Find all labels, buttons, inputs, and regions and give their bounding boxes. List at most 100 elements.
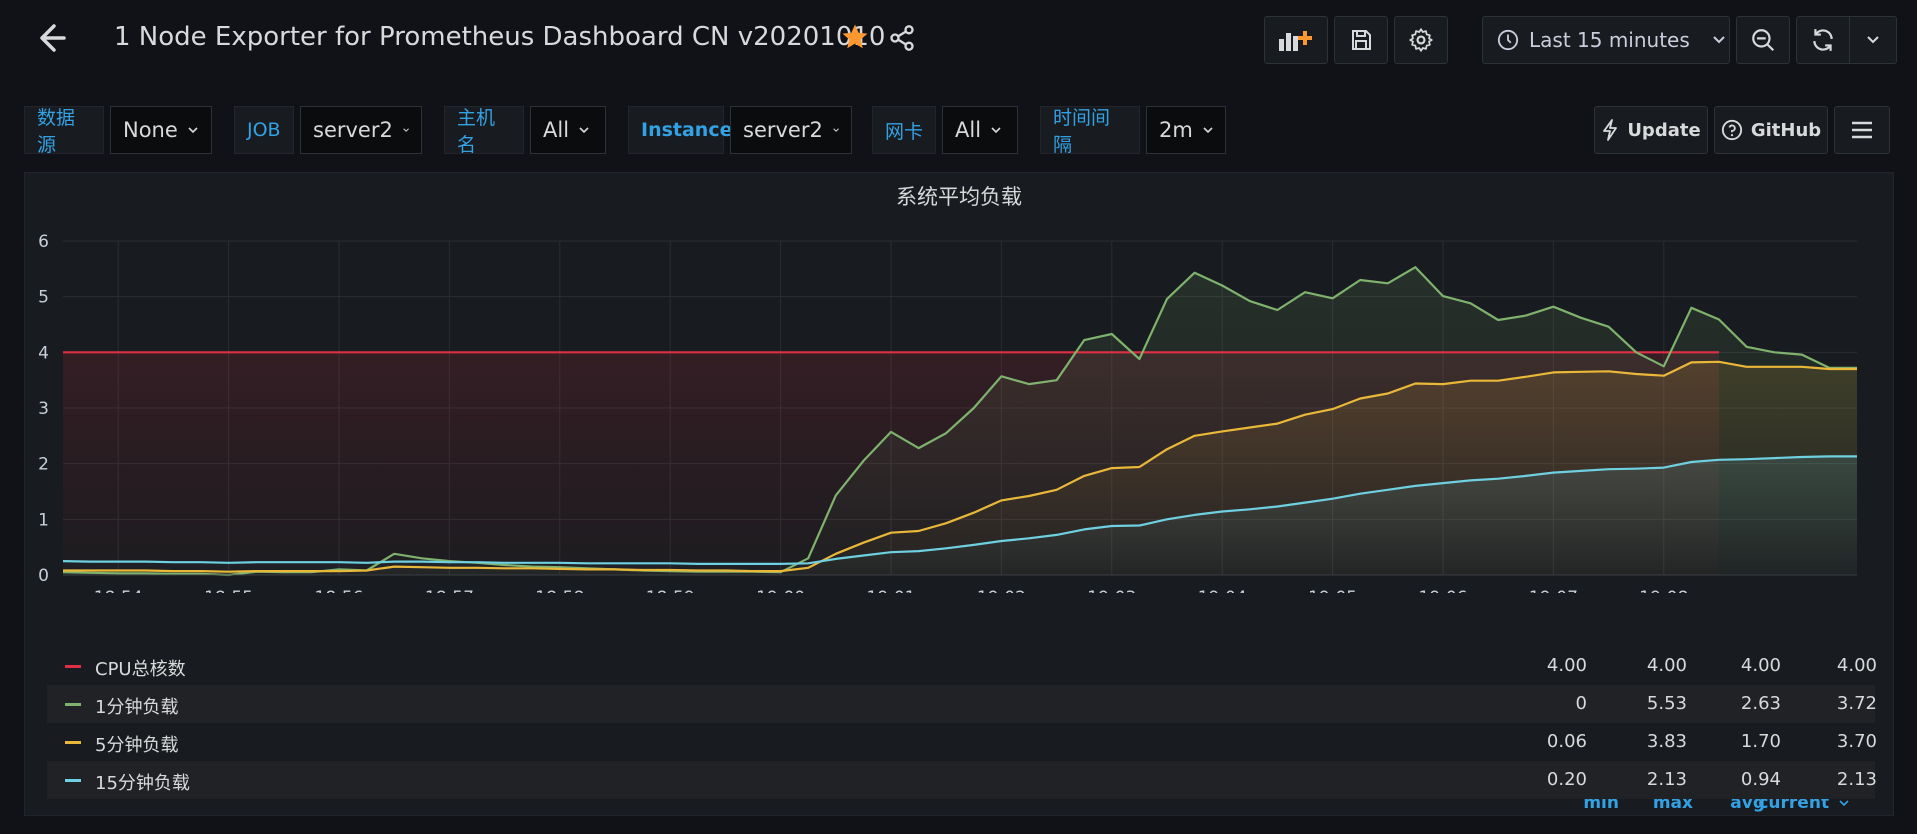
var-label-instance: Instance (628, 106, 732, 154)
legend-series-name: 15分钟负载 (95, 773, 190, 794)
refresh-icon (1813, 29, 1833, 51)
menu-button[interactable] (1834, 106, 1890, 154)
refresh-button[interactable] (1796, 16, 1850, 64)
add-panel-button[interactable] (1264, 16, 1328, 64)
arrow-left-icon (40, 24, 66, 52)
var-label-hostname: 主机名 (444, 106, 524, 156)
x-tick-label: 19:03 (1087, 588, 1136, 593)
star-icon (842, 24, 868, 49)
var-label-interval: 时间间隔 (1040, 106, 1140, 156)
legend-swatch (65, 779, 81, 782)
legend-avg: 4.00 (1740, 655, 1781, 676)
chevron-down-icon (1839, 800, 1849, 807)
save-icon (1352, 30, 1371, 50)
legend-current: 4.00 (1836, 655, 1877, 676)
time-range-picker[interactable]: Last 15 minutes (1482, 16, 1730, 64)
chevron-down-icon (579, 127, 589, 134)
legend-current: 3.70 (1836, 731, 1877, 752)
legend-avg: 2.63 (1740, 693, 1781, 714)
chevron-down-icon (991, 127, 1001, 134)
legend-min: 0.20 (1546, 769, 1587, 790)
var-value-instance: server2 (743, 118, 823, 142)
legend-min: 4.00 (1546, 655, 1587, 676)
chevron-down-icon (1867, 36, 1879, 44)
chevron-down-icon (833, 128, 839, 132)
legend-row[interactable]: 1分钟负载 0 5.53 2.63 3.72 (47, 685, 1877, 723)
dashboard-navbar: 1 Node Exporter for Prometheus Dashboard… (0, 0, 1917, 80)
chevron-down-icon (188, 127, 198, 134)
zoom-out-icon (1752, 29, 1775, 52)
legend-max: 4.00 (1646, 655, 1687, 676)
var-label-job: JOB (234, 106, 294, 154)
hamburger-icon (1852, 121, 1872, 139)
x-tick-label: 19:04 (1198, 588, 1247, 593)
favorite-button[interactable] (840, 22, 870, 52)
lightning-icon (1603, 119, 1618, 141)
legend-min: 0 (1575, 693, 1587, 714)
load-average-chart[interactable]: 0 1 2 3 4 5 6 18:54 18:55 18:56 18:57 18:58 18:59 19:… (25, 173, 1893, 593)
save-dashboard-button[interactable] (1334, 16, 1388, 64)
x-tick-label: 18:54 (94, 588, 143, 593)
var-select-instance[interactable]: server2 (730, 106, 852, 154)
refresh-interval-picker[interactable] (1849, 16, 1897, 64)
gear-icon (1409, 28, 1433, 52)
y-tick-label: 4 (38, 343, 49, 363)
legend-swatch (65, 741, 81, 744)
legend-max: 3.83 (1646, 731, 1687, 752)
legend-avg: 1.70 (1740, 731, 1781, 752)
add-panel-icon (1279, 31, 1312, 51)
x-tick-label: 18:59 (646, 588, 695, 593)
x-tick-label: 19:06 (1419, 588, 1468, 593)
github-link[interactable]: GitHub (1714, 106, 1828, 154)
dashboard-settings-button[interactable] (1394, 16, 1448, 64)
y-tick-label: 5 (38, 288, 49, 308)
legend-swatch (65, 703, 81, 706)
legend-swatch (65, 665, 81, 668)
x-tick-label: 18:57 (425, 588, 474, 593)
chevron-down-icon (403, 128, 409, 132)
legend-current: 3.72 (1836, 693, 1877, 714)
legend-current: 2.13 (1836, 769, 1877, 790)
x-tick-label: 19:07 (1529, 588, 1578, 593)
legend-min: 0.06 (1546, 731, 1587, 752)
github-link-label: GitHub (1750, 119, 1822, 141)
clock-icon (1497, 29, 1519, 51)
y-tick-label: 6 (38, 232, 49, 252)
x-tick-label: 18:58 (535, 588, 584, 593)
legend-row[interactable]: 15分钟负载 0.20 2.13 0.94 2.13 (47, 761, 1877, 799)
var-select-nic[interactable]: All (942, 106, 1018, 154)
back-button[interactable] (36, 18, 76, 58)
chevron-down-icon (1203, 127, 1213, 134)
y-tick-label: 0 (38, 566, 49, 586)
var-value-job: server2 (313, 118, 393, 142)
var-value-interval: 2m (1159, 118, 1193, 142)
var-label-nic: 网卡 (872, 106, 936, 154)
x-tick-label: 19:01 (867, 588, 916, 593)
x-tick-label: 19:00 (756, 588, 805, 593)
legend-row[interactable]: CPU总核数 4.00 4.00 4.00 4.00 (47, 647, 1877, 685)
legend-series-name: CPU总核数 (95, 659, 186, 680)
load-average-panel: 系统平均负载 012345618:5418:5518:5618:5718:581… (24, 172, 1894, 816)
x-tick-label: 19:05 (1308, 588, 1357, 593)
var-value-hostname: All (543, 118, 570, 142)
var-select-job[interactable]: server2 (300, 106, 422, 154)
update-link[interactable]: Update (1594, 106, 1708, 154)
y-tick-label: 3 (38, 399, 49, 419)
legend-series-name: 5分钟负载 (95, 735, 179, 756)
x-tick-label: 18:56 (315, 588, 364, 593)
legend-avg: 0.94 (1740, 769, 1781, 790)
share-icon (890, 25, 914, 51)
legend-row[interactable]: 5分钟负载 0.06 3.83 1.70 3.70 (47, 723, 1877, 761)
x-tick-label: 18:55 (204, 588, 253, 593)
legend-max: 2.13 (1646, 769, 1687, 790)
zoom-out-button[interactable] (1736, 16, 1790, 64)
dashboard-title[interactable]: 1 Node Exporter for Prometheus Dashboard… (114, 22, 885, 52)
var-select-hostname[interactable]: All (530, 106, 606, 154)
chevron-down-icon (1713, 36, 1725, 44)
y-tick-label: 1 (38, 510, 49, 530)
var-select-interval[interactable]: 2m (1146, 106, 1226, 154)
var-value-datasource: None (123, 118, 178, 142)
var-select-datasource[interactable]: None (110, 106, 212, 154)
x-tick-label: 19:08 (1639, 588, 1688, 593)
share-button[interactable] (888, 24, 916, 52)
